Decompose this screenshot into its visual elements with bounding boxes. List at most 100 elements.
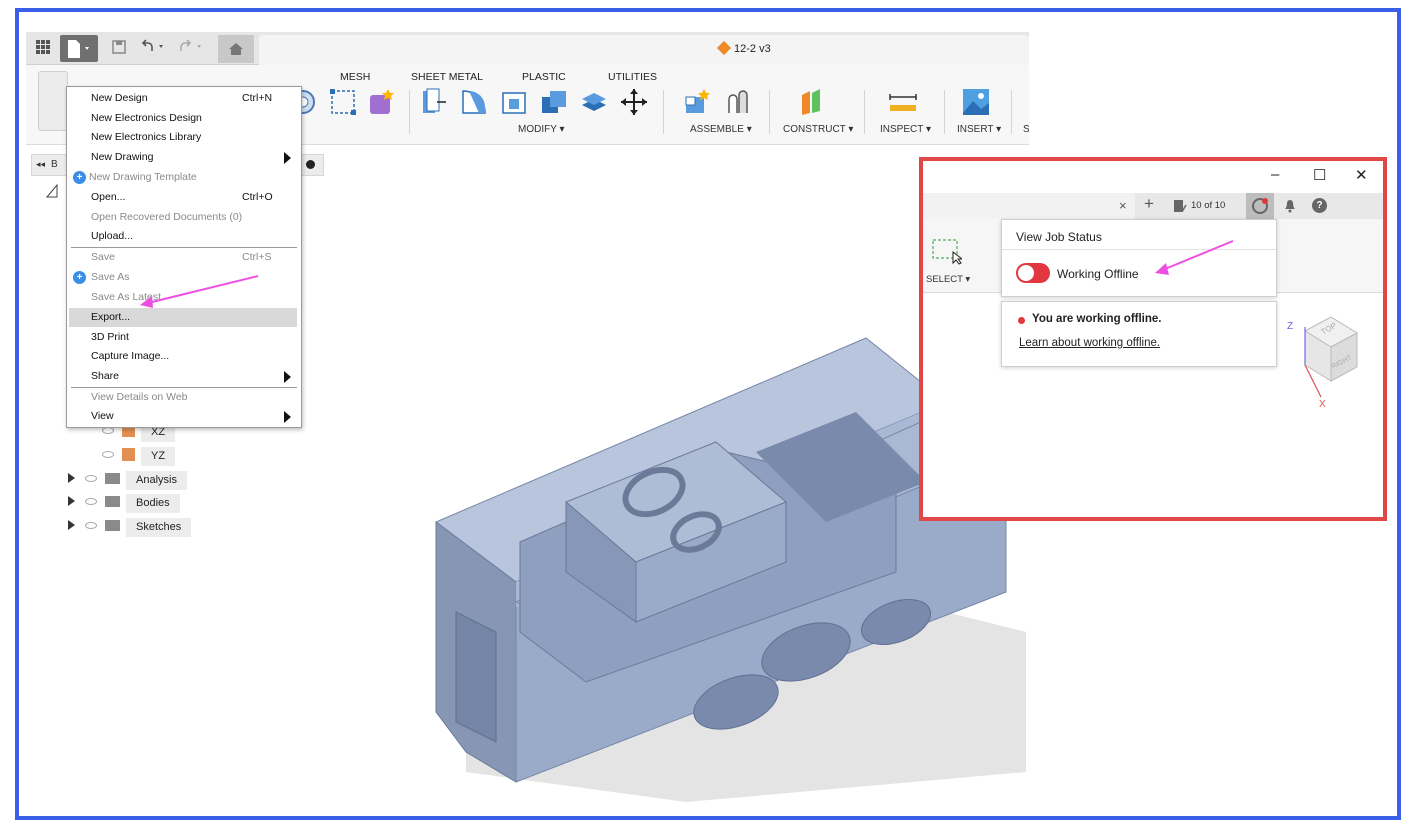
menu-item-open[interactable]: Open... Ctrl+O	[67, 188, 301, 207]
menu-item-share[interactable]: Share	[67, 367, 301, 386]
menu-shortcut: Ctrl+S	[242, 251, 272, 263]
new-component-icon[interactable]	[682, 87, 712, 117]
view-cube[interactable]: TOP RIGHT Z X	[1283, 309, 1373, 409]
menu-label: New Electronics Library	[91, 131, 202, 143]
group-select-truncated[interactable]: S	[1023, 124, 1029, 135]
group-assemble[interactable]: ASSEMBLE ▾	[690, 124, 752, 135]
menu-shortcut: Ctrl+O	[242, 191, 273, 203]
expand-arrow-icon[interactable]	[68, 496, 75, 506]
browser-title: B	[51, 159, 58, 170]
menu-item-new-drawing-template[interactable]: + New Drawing Template	[67, 168, 301, 187]
fillet-icon[interactable]	[459, 87, 489, 117]
offline-status-icon[interactable]	[1246, 193, 1274, 219]
new-tab-plus-icon[interactable]: +	[1144, 194, 1154, 214]
document-tab[interactable]: 12-2 v3	[259, 35, 1029, 65]
group-construct[interactable]: CONSTRUCT ▾	[783, 124, 853, 135]
tab-mesh[interactable]: MESH	[340, 71, 370, 83]
tab-sheet-metal[interactable]: SHEET METAL	[411, 71, 483, 83]
view-job-status-link[interactable]: View Job Status	[1016, 230, 1102, 244]
working-offline-toggle[interactable]	[1016, 263, 1050, 283]
close-button[interactable]: ✕	[1355, 166, 1368, 184]
eye-icon[interactable]	[102, 451, 114, 458]
menu-label: Share	[91, 370, 120, 382]
select-icon[interactable]	[932, 239, 962, 265]
redo-icon-glyph	[180, 39, 201, 51]
menu-item-new-electronics-design[interactable]: New Electronics Design	[67, 109, 301, 128]
offset-face-icon[interactable]	[579, 87, 609, 117]
expand-arrow-icon[interactable]	[68, 520, 75, 530]
ribbon-separator	[944, 90, 945, 134]
close-tab-icon[interactable]: ×	[1119, 198, 1127, 213]
joint-icon[interactable]	[723, 87, 753, 117]
create-body-icon[interactable]	[366, 87, 396, 117]
menu-label: View	[91, 410, 114, 422]
file-icon	[68, 40, 89, 58]
eye-icon[interactable]	[85, 522, 97, 529]
menu-label: Open Recovered Documents (0)	[91, 211, 243, 223]
menu-item-new-drawing[interactable]: New Drawing	[67, 148, 301, 167]
menu-label: View Details on Web	[91, 391, 188, 403]
group-insert[interactable]: INSERT ▾	[957, 124, 1001, 135]
zoomed-inset-window: – ☐ ✕ × + 10 of 10 ? SELECT ▾ View Job S…	[919, 157, 1387, 521]
tree-row-analysis[interactable]: Analysis	[68, 471, 187, 490]
home-icon[interactable]	[218, 35, 254, 63]
grid-icon[interactable]	[32, 38, 54, 60]
help-icon[interactable]: ?	[1312, 198, 1327, 213]
menu-item-new-design[interactable]: New Design Ctrl+N	[67, 89, 301, 108]
redo-icon[interactable]	[176, 38, 210, 60]
measure-icon[interactable]	[888, 87, 918, 117]
group-inspect[interactable]: INSPECT ▾	[880, 124, 931, 135]
undo-icon[interactable]	[138, 38, 172, 60]
ribbon-separator	[1011, 90, 1012, 134]
job-count[interactable]: 10 of 10	[1191, 200, 1225, 211]
tree-row-bodies[interactable]: Bodies	[68, 494, 180, 513]
save-icon-glyph	[112, 40, 126, 54]
menu-item-view-details-on-web[interactable]: View Details on Web	[67, 388, 301, 407]
workspace-switcher[interactable]	[38, 71, 68, 131]
sketch-rectangle-icon[interactable]	[328, 87, 358, 117]
extension-icon: +	[73, 271, 86, 284]
offset-plane-icon[interactable]	[798, 87, 828, 117]
group-modify[interactable]: MODIFY ▾	[518, 124, 565, 135]
window-titlebar: – ☐ ✕	[923, 161, 1383, 191]
menu-item-capture-image[interactable]: Capture Image...	[67, 347, 301, 366]
save-icon[interactable]	[108, 38, 130, 60]
collapse-icon[interactable]: ◂◂	[36, 159, 45, 170]
insert-image-icon[interactable]	[961, 87, 991, 117]
file-menu-button[interactable]	[60, 35, 98, 62]
press-pull-icon[interactable]	[419, 87, 449, 117]
expand-arrow-icon[interactable]	[68, 473, 75, 483]
eye-icon[interactable]	[102, 427, 114, 434]
document-title: 12-2 v3	[716, 40, 771, 56]
tree-row-yz[interactable]: YZ	[102, 447, 176, 466]
submenu-arrow-icon	[284, 371, 291, 383]
maximize-button[interactable]: ☐	[1313, 166, 1326, 184]
menu-label: 3D Print	[91, 331, 129, 343]
menu-label: Upload...	[91, 230, 134, 242]
menu-item-view[interactable]: View	[67, 407, 301, 426]
job-status-icon[interactable]	[1173, 199, 1187, 213]
menu-label: Save As	[91, 271, 130, 283]
menu-item-save[interactable]: Save Ctrl+S	[67, 248, 301, 267]
select-label[interactable]: SELECT ▾	[926, 274, 970, 285]
learn-offline-link[interactable]: Learn about working offline.	[1019, 337, 1160, 349]
minimize-button[interactable]: –	[1271, 166, 1279, 183]
eye-icon[interactable]	[85, 498, 97, 505]
bell-icon[interactable]	[1283, 198, 1297, 216]
menu-label: Open...	[91, 191, 126, 203]
combine-icon[interactable]	[539, 87, 569, 117]
browser-close-icon[interactable]	[306, 160, 315, 169]
menu-item-new-electronics-library[interactable]: New Electronics Library	[67, 128, 301, 147]
tab-plastic[interactable]: PLASTIC	[522, 71, 566, 83]
menu-item-3d-print[interactable]: 3D Print	[67, 328, 301, 347]
job-status-icon-glyph	[1174, 200, 1187, 212]
document-tab[interactable]: ×	[923, 193, 1135, 219]
eye-icon[interactable]	[85, 475, 97, 482]
menu-item-upload[interactable]: Upload...	[67, 227, 301, 246]
move-icon[interactable]	[619, 87, 649, 117]
extension-icon: +	[73, 171, 86, 184]
tree-row-sketches[interactable]: Sketches	[68, 518, 192, 537]
tab-utilities[interactable]: UTILITIES	[608, 71, 657, 83]
menu-item-open-recovered[interactable]: Open Recovered Documents (0)	[67, 208, 301, 227]
shell-icon[interactable]	[499, 87, 529, 117]
